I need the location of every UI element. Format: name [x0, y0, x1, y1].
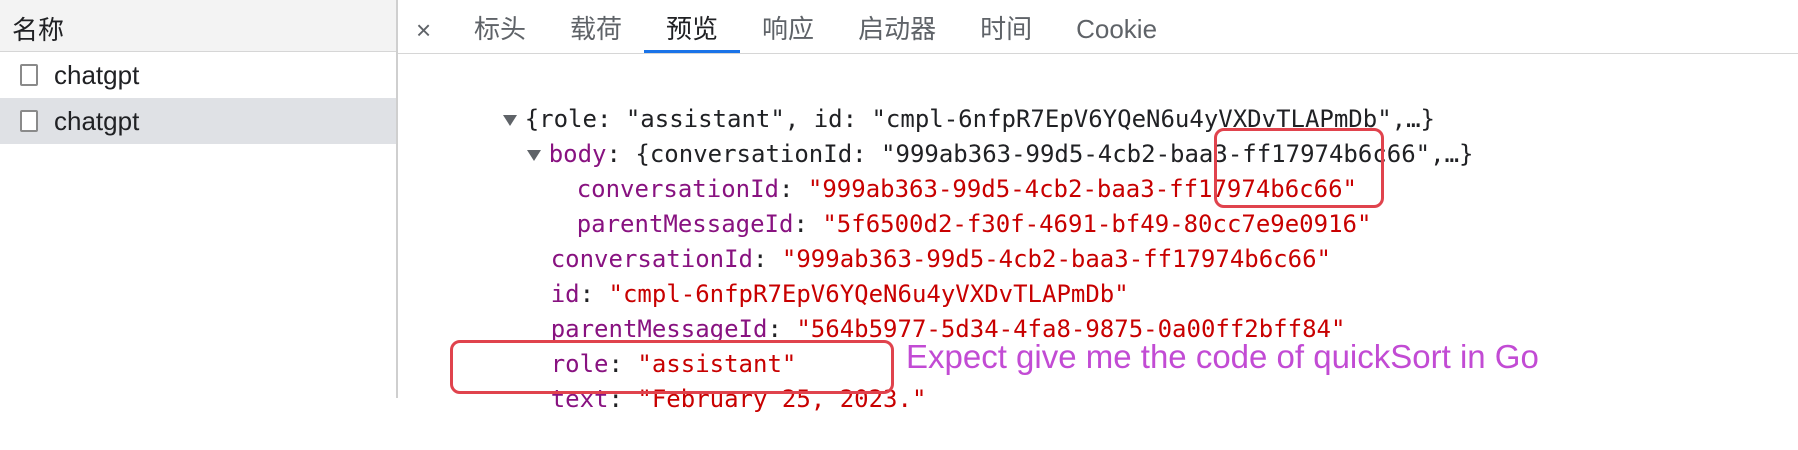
tab-headers[interactable]: 标头: [452, 7, 548, 53]
request-item[interactable]: chatgpt: [0, 52, 396, 98]
file-icon: [20, 110, 38, 132]
close-icon[interactable]: ×: [416, 7, 452, 53]
request-item-selected[interactable]: chatgpt: [0, 98, 396, 144]
tab-response[interactable]: 响应: [740, 7, 836, 53]
details-tab-bar: × 标头 载荷 预览 响应 启动器 时间 Cookie: [398, 0, 1798, 54]
request-item-label: chatgpt: [54, 59, 140, 90]
tab-initiator[interactable]: 启动器: [836, 7, 958, 53]
field-row: conversationId: "999ab363-99d5-4cb2-baa3…: [464, 208, 1331, 273]
tab-cookies[interactable]: Cookie: [1054, 7, 1179, 53]
request-list-panel: 名称 chatgpt chatgpt: [0, 0, 398, 398]
tab-preview[interactable]: 预览: [644, 7, 741, 53]
file-icon: [20, 64, 38, 86]
name-column-header[interactable]: 名称: [0, 0, 396, 52]
annotation-note: Expect give me the code of quickSort in …: [906, 338, 1539, 375]
tree-root-row[interactable]: {role: "assistant", id: "cmpl-6nfpR7EpV6…: [416, 68, 1435, 133]
tab-payload[interactable]: 载荷: [548, 7, 644, 53]
request-item-label: chatgpt: [54, 105, 140, 136]
highlight-box-text: [450, 340, 894, 394]
tab-timing[interactable]: 时间: [958, 7, 1054, 53]
field-row: id: "cmpl-6nfpR7EpV6YQeN6u4yVXDvTLAPmDb": [464, 243, 1129, 308]
field-row: parentMessageId: "564b5977-5d34-4fa8-987…: [464, 278, 1346, 343]
highlight-box-ids: [1214, 128, 1384, 208]
